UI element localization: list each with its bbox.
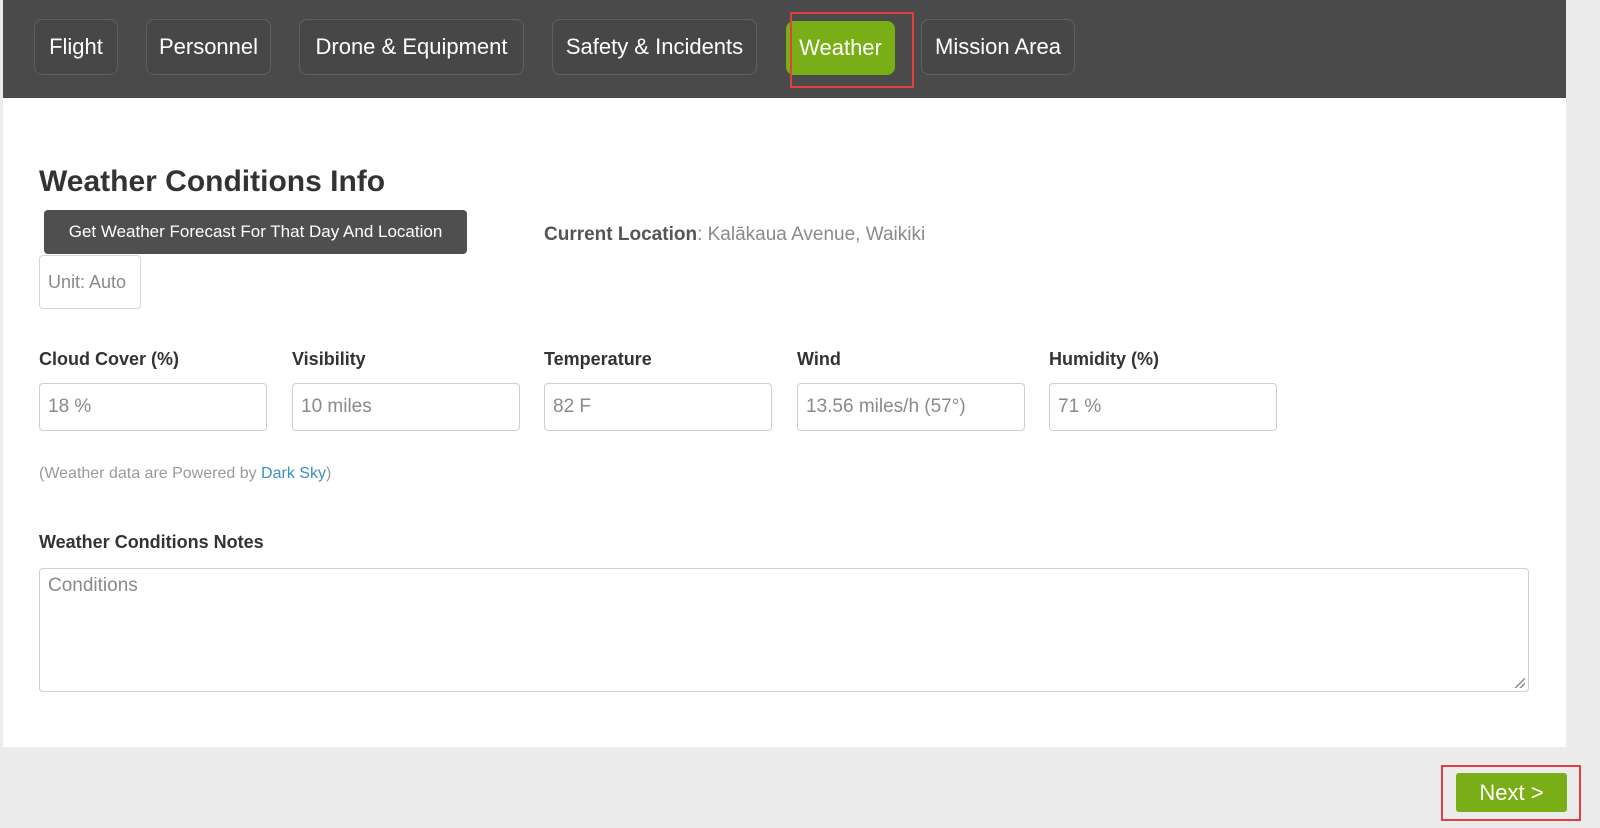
powered-prefix: (Weather data are Powered by — [39, 465, 262, 482]
current-location: Current Location: Kalākaua Avenue, Waiki… — [544, 224, 925, 246]
cloud-cover-input[interactable]: 18 % — [39, 383, 267, 431]
wind-input[interactable]: 13.56 miles/h (57°) — [797, 383, 1025, 431]
wind-label: Wind — [797, 349, 841, 369]
top-navigation-bar: Flight Personnel Drone & Equipment Safet… — [3, 0, 1566, 99]
powered-suffix: ) — [325, 465, 332, 482]
notes-label: Weather Conditions Notes — [39, 532, 264, 552]
location-value: Kalākaua Avenue, Waikiki — [707, 224, 926, 245]
unit-select[interactable]: Unit: Auto — [39, 255, 141, 309]
tab-flight[interactable]: Flight — [34, 19, 118, 75]
get-forecast-button[interactable]: Get Weather Forecast For That Day And Lo… — [44, 210, 467, 254]
tab-mission-area[interactable]: Mission Area — [921, 19, 1075, 75]
location-separator: : — [697, 224, 708, 245]
temperature-label: Temperature — [544, 349, 652, 369]
tab-personnel[interactable]: Personnel — [146, 19, 271, 75]
tab-safety-incidents[interactable]: Safety & Incidents — [552, 19, 757, 75]
resize-grip-icon[interactable] — [1515, 678, 1525, 688]
visibility-input[interactable]: 10 miles — [292, 383, 520, 431]
humidity-label: Humidity (%) — [1049, 349, 1159, 369]
tab-drone-equipment[interactable]: Drone & Equipment — [299, 19, 524, 75]
notes-placeholder: Conditions — [48, 575, 138, 596]
tab-weather[interactable]: Weather — [786, 21, 895, 75]
temperature-input[interactable]: 82 F — [544, 383, 772, 431]
powered-by-note: (Weather data are Powered by Dark Sky) — [39, 465, 331, 483]
notes-textarea[interactable]: Conditions — [39, 568, 1529, 692]
humidity-input[interactable]: 71 % — [1049, 383, 1277, 431]
dark-sky-link[interactable]: Dark Sky — [261, 465, 326, 482]
next-button[interactable]: Next > — [1456, 773, 1567, 812]
page-title: Weather Conditions Info — [39, 165, 386, 198]
visibility-label: Visibility — [292, 349, 366, 369]
cloud-cover-label: Cloud Cover (%) — [39, 349, 180, 369]
location-label: Current Location — [544, 224, 698, 245]
